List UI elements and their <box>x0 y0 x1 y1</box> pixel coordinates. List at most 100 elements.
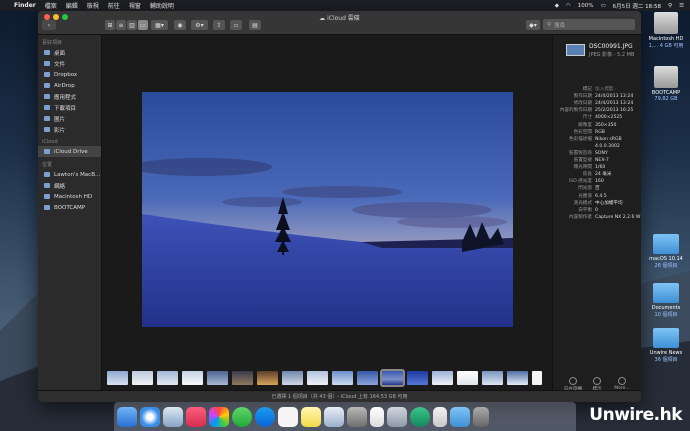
notification-center-icon[interactable]: ☰ <box>679 3 684 9</box>
battery-percent[interactable]: 100% <box>578 3 594 9</box>
sidebar-item-documents[interactable]: 文件 <box>38 58 101 69</box>
menu-app-finder[interactable]: Finder <box>14 2 36 9</box>
mail-icon[interactable] <box>163 406 183 427</box>
chevron-left-icon: ‹ <box>47 21 51 29</box>
thumbnail[interactable] <box>407 370 428 385</box>
document-stack-icon[interactable] <box>433 406 447 427</box>
notes-icon[interactable] <box>301 406 321 427</box>
file-kind-size: JPEG 影像 - 5.2 MB <box>589 52 635 58</box>
thumbnail[interactable] <box>357 370 378 385</box>
dropbox-folder-icon <box>44 72 50 77</box>
thumbnail[interactable] <box>307 370 328 385</box>
downloads-folder-icon[interactable] <box>450 406 470 427</box>
metadata-value: SONY <box>595 150 608 156</box>
menu-file[interactable]: 檔案 <box>45 1 57 10</box>
dropbox-status-icon[interactable]: ◆ <box>555 3 559 9</box>
battery-icon[interactable]: ▭ <box>600 3 605 9</box>
thumbnail[interactable] <box>257 370 278 385</box>
wifi-icon[interactable]: ◠ <box>566 3 571 9</box>
thumbnail[interactable] <box>132 370 153 385</box>
system-preferences-icon[interactable] <box>347 406 367 427</box>
menu-help[interactable]: 輔助說明 <box>150 1 174 10</box>
action-button[interactable]: ⚙▾ <box>191 20 208 30</box>
sidebar-item-pictures[interactable]: 圖片 <box>38 113 101 124</box>
dropbox-button[interactable]: ◆▾ <box>526 20 540 30</box>
sidebar-item-macbook[interactable]: Lawton's MacB... <box>38 169 101 180</box>
thumbnail[interactable] <box>282 370 303 385</box>
thumbnail[interactable] <box>507 370 528 385</box>
sidebar-item-airdrop[interactable]: AirDrop <box>38 80 101 91</box>
music-icon[interactable] <box>186 406 206 427</box>
thumbnail[interactable] <box>232 370 253 385</box>
menu-view[interactable]: 檢視 <box>87 1 99 10</box>
metadata-value: 25/2/2013 16:25 <box>595 108 634 114</box>
delete-button[interactable]: ▤ <box>249 20 261 30</box>
tag-button[interactable]: ▫ <box>230 20 242 30</box>
menu-window[interactable]: 視窗 <box>129 1 141 10</box>
photos-icon[interactable] <box>209 406 229 427</box>
sidebar-item-downloads[interactable]: 下載項目 <box>38 102 101 113</box>
thumbnail[interactable] <box>532 370 542 385</box>
metadata-key: 內容的製作日期 <box>559 108 592 114</box>
app-icon[interactable] <box>410 406 430 427</box>
metadata-value: 6.4.5 <box>595 193 607 199</box>
spotlight-icon[interactable]: ⚲ <box>668 3 672 9</box>
group-button[interactable]: ▦▾ <box>151 20 168 30</box>
preview-document-icon[interactable] <box>370 406 384 427</box>
back-button[interactable]: ‹ <box>42 20 56 30</box>
metadata-key: 解像度 <box>578 122 592 128</box>
desktop-icon-documents[interactable]: Documents 10 個項目 <box>646 283 686 318</box>
trash-icon[interactable] <box>473 406 489 427</box>
desktop-icon-sub: 36 個項目 <box>654 357 678 363</box>
view-list-button[interactable]: ≡ <box>116 20 126 30</box>
preview-image[interactable] <box>142 92 513 327</box>
view-gallery-button[interactable]: ▭ <box>138 20 148 30</box>
search-field[interactable]: ⚲ 搜尋 <box>543 19 635 30</box>
desktop-icon-macintosh-hd[interactable]: Macintosh HD 1,... 4 GB 可用 <box>646 12 686 49</box>
desktop-icon-macos[interactable]: macOS 10.14 26 個項目 <box>646 234 686 269</box>
sidebar-item-applications[interactable]: 應用程式 <box>38 91 101 102</box>
sidebar-item-desktop[interactable]: 桌面 <box>38 47 101 58</box>
thumbnail[interactable] <box>182 370 203 385</box>
sidebar-item-bootcamp[interactable]: BOOTCAMP <box>38 202 101 213</box>
menu-go[interactable]: 前往 <box>108 1 120 10</box>
preview-icon[interactable] <box>387 406 407 427</box>
sidebar-item-icloud-drive[interactable]: iCloud Drive <box>38 146 101 157</box>
cloud-icon <box>44 149 50 154</box>
safari-icon[interactable] <box>140 406 160 427</box>
metadata-row: 尺寸 4000×2525 <box>553 114 641 121</box>
view-icon-button[interactable]: ⊞ <box>105 20 115 30</box>
thumbnail[interactable] <box>207 370 228 385</box>
more-button[interactable]: More... <box>611 377 633 391</box>
jpeg-file-icon <box>566 44 585 56</box>
view-column-button[interactable]: ▥ <box>127 20 137 30</box>
thumbnail[interactable] <box>432 370 453 385</box>
sidebar-item-dropbox[interactable]: Dropbox <box>38 69 101 80</box>
thumbnail[interactable] <box>332 370 353 385</box>
tag-row[interactable]: 標記 加入標籤… <box>553 86 641 93</box>
thumbnail[interactable] <box>457 370 478 385</box>
share-button[interactable]: ⇪ <box>213 20 225 30</box>
messages-icon[interactable] <box>232 406 252 427</box>
desktop-icon-bootcamp[interactable]: BOOTCAMP 79.82 GB <box>646 66 686 102</box>
metadata-value: 160 <box>595 179 604 185</box>
sidebar-item-network[interactable]: 網絡 <box>38 180 101 191</box>
quicklook-button[interactable]: ◉ <box>174 20 186 30</box>
thumbnail-selected[interactable] <box>380 368 405 387</box>
thumbnail[interactable] <box>107 370 128 385</box>
finder-icon[interactable] <box>117 406 137 427</box>
metadata-key: 色彩空間 <box>573 129 592 135</box>
thumbnail[interactable] <box>482 370 503 385</box>
movie-icon <box>44 127 50 132</box>
calendar-icon[interactable] <box>278 406 298 427</box>
sidebar-item-movies[interactable]: 影片 <box>38 124 101 135</box>
desktop-icon-unwire-news[interactable]: Unwire News 36 個項目 <box>646 328 686 363</box>
xcode-icon[interactable] <box>324 406 344 427</box>
desktop-icon-sub: 26 個項目 <box>654 263 678 269</box>
sidebar-item-macintosh-hd[interactable]: Macintosh HD <box>38 191 101 202</box>
messenger-icon[interactable] <box>255 406 275 427</box>
menu-edit[interactable]: 編輯 <box>66 1 78 10</box>
thumbnail[interactable] <box>157 370 178 385</box>
clock[interactable]: 6月5日 週二 18:58 <box>613 2 661 10</box>
metadata-value: 24/4/2013 13:24 <box>595 101 634 107</box>
